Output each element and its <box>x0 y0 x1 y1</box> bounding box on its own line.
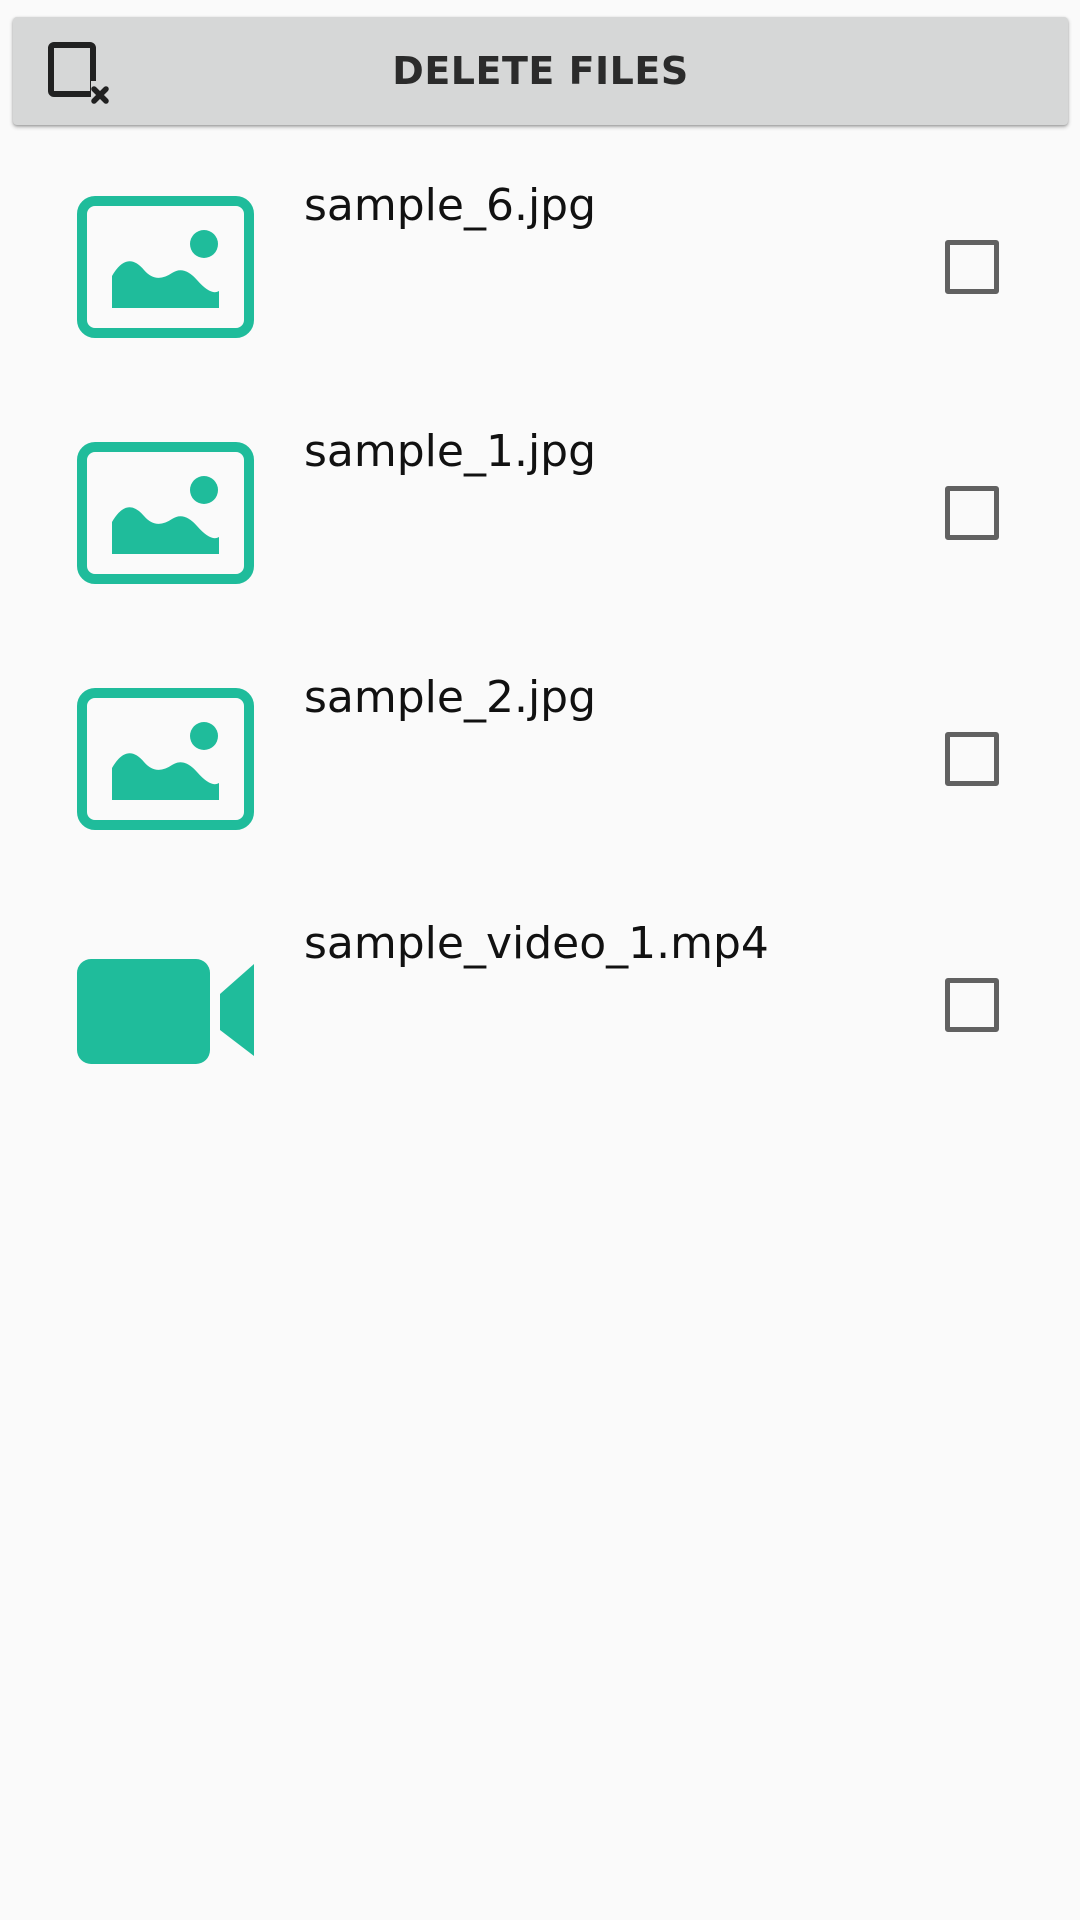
file-list: sample_6.jpg sample_1.jpg sample_2.jpg s… <box>0 140 1080 1124</box>
file-name: sample_video_1.mp4 <box>304 918 769 969</box>
list-item[interactable]: sample_6.jpg <box>0 140 1080 386</box>
delete-files-label: DELETE FILES <box>392 49 689 93</box>
file-checkbox[interactable] <box>945 978 999 1032</box>
file-checkbox[interactable] <box>945 486 999 540</box>
video-icon <box>77 959 254 1064</box>
file-checkbox[interactable] <box>945 732 999 786</box>
file-checkbox[interactable] <box>945 240 999 294</box>
list-item[interactable]: sample_1.jpg <box>0 386 1080 632</box>
image-icon <box>77 688 254 830</box>
delete-files-button[interactable]: DELETE FILES <box>13 17 1068 125</box>
image-icon <box>77 196 254 338</box>
file-name: sample_2.jpg <box>304 672 597 723</box>
deselect-icon <box>48 42 113 104</box>
list-item[interactable]: sample_video_1.mp4 <box>0 878 1080 1124</box>
file-name: sample_6.jpg <box>304 180 597 231</box>
list-item[interactable]: sample_2.jpg <box>0 632 1080 878</box>
image-icon <box>77 442 254 584</box>
file-name: sample_1.jpg <box>304 426 597 477</box>
screen: DELETE FILES sample_6.jpg sample_1.jpg s… <box>0 0 1080 1920</box>
